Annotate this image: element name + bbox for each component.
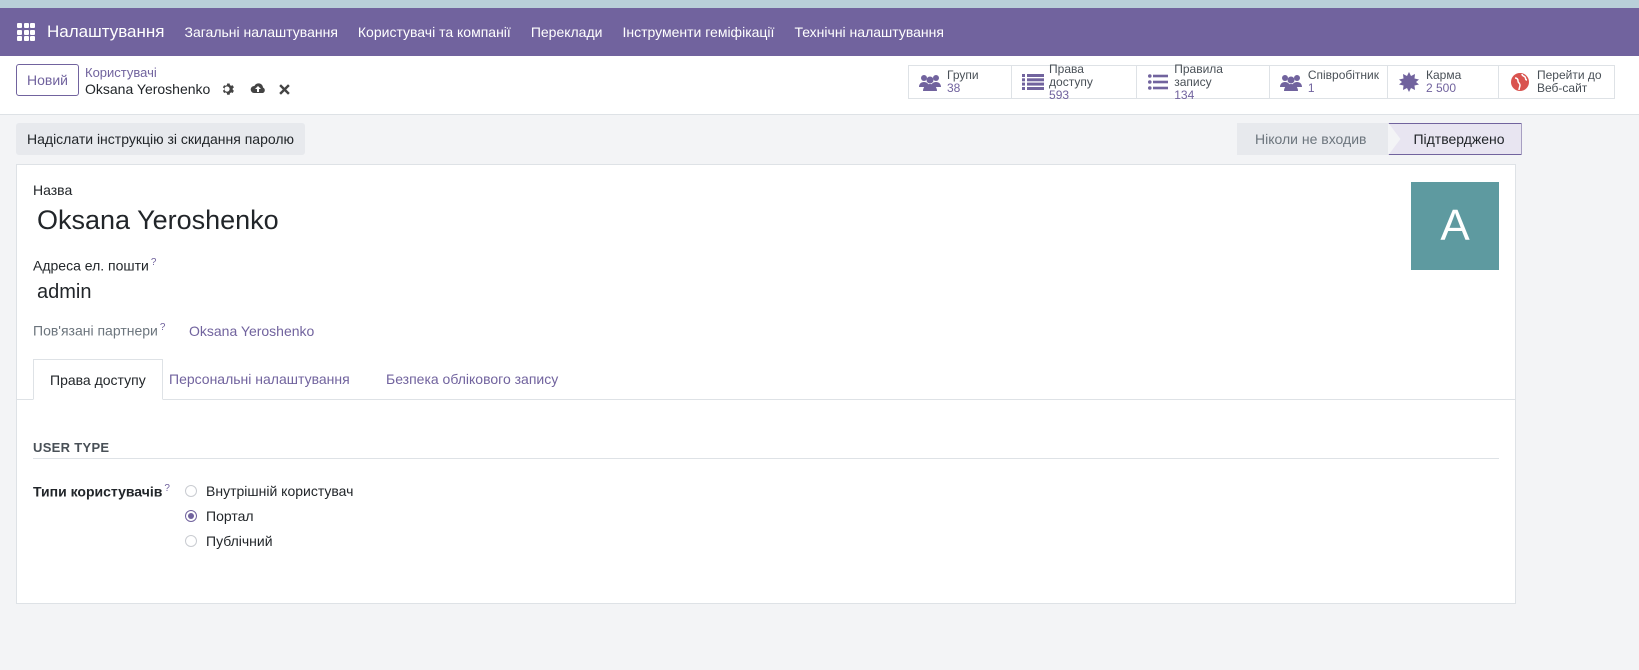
status-never-logged[interactable]: Ніколи не входив [1237,123,1389,155]
stat-buttons: Групи 38 Права доступу 593 Правила запису 1… [908,61,1615,101]
record-title-row: Oksana Yeroshenko [85,81,291,97]
send-reset-password-button[interactable]: Надіслати інструкцію зі скидання паролю [16,123,306,155]
radio-portal[interactable]: Портал [185,508,254,524]
stat-employee[interactable]: Співробітник 1 [1270,66,1388,98]
user-types-help-icon[interactable]: ? [164,483,170,494]
apps-grid-icon[interactable] [17,23,35,41]
stat-groups-value: 38 [947,81,961,95]
name-field[interactable]: Oksana Yeroshenko [37,205,279,236]
notebook-tabs: Права доступу Персональні налаштування Б… [17,359,1515,400]
users-icon [917,73,943,91]
radio-portal-label: Портал [206,508,254,524]
avatar[interactable]: A [1411,182,1499,270]
menu-general-settings[interactable]: Загальні налаштування [185,24,338,40]
section-user-type: USER TYPE [33,440,1499,459]
name-label: Назва [33,182,73,198]
menu-gamification-tools[interactable]: Інструменти геміфікації [622,24,774,40]
menu-users-companies[interactable]: Користувачі та компанії [358,24,511,40]
email-help-icon[interactable]: ? [151,257,157,268]
tab-preferences[interactable]: Персональні налаштування [153,359,366,399]
radio-internal-user-circle[interactable] [185,485,197,497]
stat-employee-value: 1 [1307,81,1315,95]
stat-access-rights-label: Права доступу [1049,61,1093,89]
partner-label-row: Пов'язані партнери? [33,322,165,339]
list-icon [1020,74,1045,90]
stat-karma[interactable]: Карма 2 500 [1388,66,1499,98]
tab-access-rights[interactable]: Права доступу [33,359,163,400]
tab-account-security[interactable]: Безпека облікового запису [370,359,574,399]
users-icon [1278,73,1304,91]
control-panel: Новий Користувачі Oksana Yeroshenko Груп… [0,56,1639,115]
email-label-row: Адреса ел. пошти? [33,257,156,274]
radio-portal-circle[interactable] [185,510,197,522]
radio-public[interactable]: Публічний [185,533,273,549]
action-bar: Надіслати інструкцію зі скидання паролю [16,123,306,155]
list-icon [1145,74,1170,90]
globe-icon [1507,72,1533,92]
stat-access-rights[interactable]: Права доступу 593 [1012,61,1137,101]
status-confirmed[interactable]: Підтверджено [1388,123,1522,155]
user-types-label: Типи користувачів [33,483,163,500]
radio-public-circle[interactable] [185,535,197,547]
radio-public-label: Публічний [206,533,273,549]
stat-record-rules-value: 134 [1174,87,1195,102]
stat-website-value: Веб-сайт [1537,81,1588,95]
stat-access-rights-value: 593 [1049,87,1070,102]
radio-internal-user-label: Внутрішній користувач [206,483,354,499]
cloud-upload-icon[interactable] [250,82,266,96]
discard-icon[interactable] [279,83,291,95]
email-label: Адреса ел. пошти [33,257,149,274]
breadcrumb-users[interactable]: Користувачі [85,65,157,80]
email-field[interactable]: admin [37,281,91,304]
status-bar: Ніколи не входив Підтверджено [1237,123,1522,155]
user-types-label-row: Типи користувачів? [33,483,170,500]
karma-icon [1396,72,1422,92]
menu-translations[interactable]: Переклади [531,24,603,40]
app-title[interactable]: Налаштування [47,22,165,42]
radio-internal-user[interactable]: Внутрішній користувач [185,483,353,499]
stat-record-rules-label: Правила запису [1174,61,1223,89]
partner-link[interactable]: Oksana Yeroshenko [189,323,314,339]
stat-groups[interactable]: Групи 38 [909,66,1012,98]
stat-employee-label: Співробітник [1307,68,1379,82]
stat-record-rules[interactable]: Правила запису 134 [1137,61,1270,101]
record-title: Oksana Yeroshenko [85,81,211,97]
top-strip [0,0,1639,8]
stat-go-to-website[interactable]: Перейти до Веб-сайт [1499,66,1614,98]
new-button[interactable]: Новий [16,64,79,96]
partner-help-icon[interactable]: ? [160,322,166,333]
main-navbar: Налаштування Загальні налаштування Корис… [0,8,1639,56]
stat-karma-value: 2 500 [1426,81,1457,95]
menu-technical-settings[interactable]: Технічні налаштування [794,24,944,40]
form-sheet: Назва Oksana Yeroshenko Адреса ел. пошти… [16,164,1516,604]
partner-label: Пов'язані партнери [33,322,158,339]
gear-icon[interactable] [220,82,235,96]
